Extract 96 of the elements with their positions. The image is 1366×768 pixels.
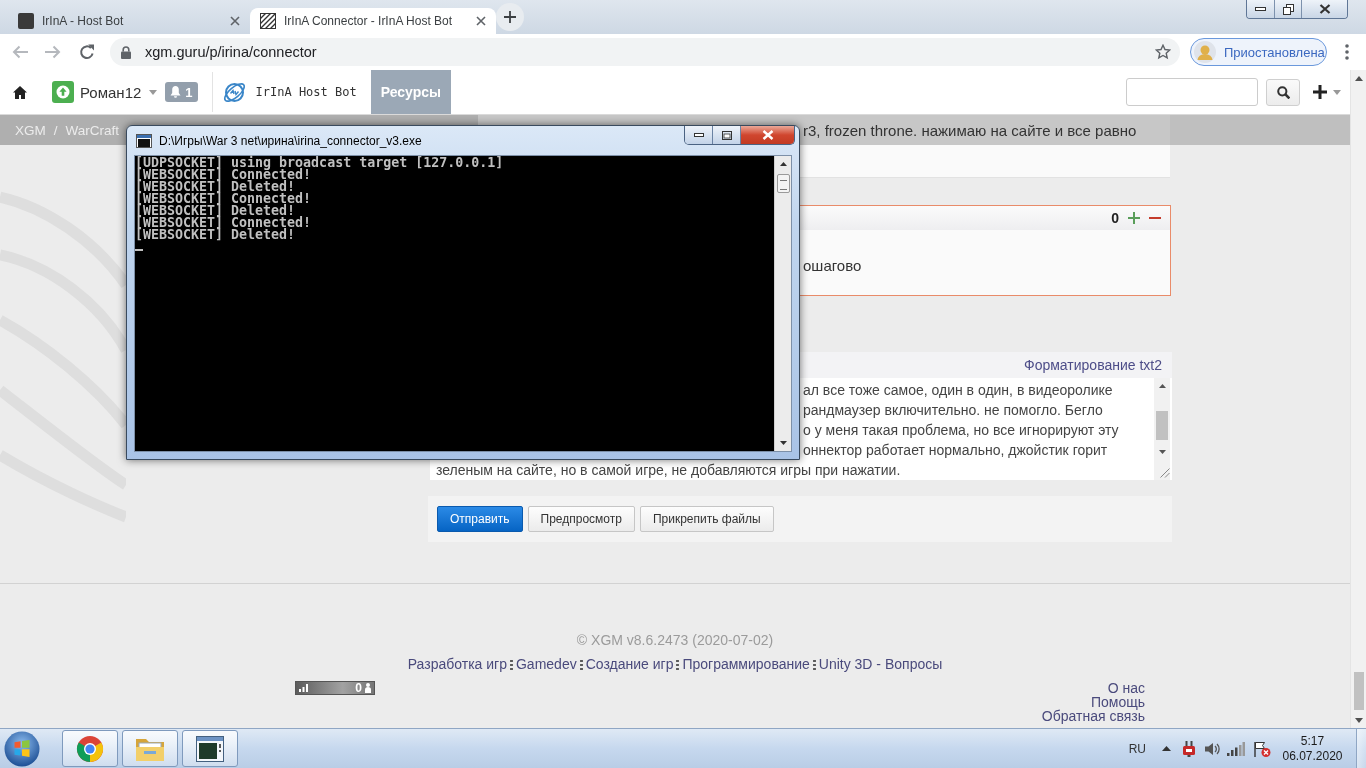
attach-files-button[interactable]: Прикрепить файлы [639, 506, 774, 532]
scrollbar-thumb[interactable] [1156, 411, 1168, 440]
star-icon[interactable] [1155, 44, 1171, 60]
scrollbar-thumb[interactable] [776, 174, 790, 193]
minimize-icon [1255, 7, 1266, 11]
profile-button[interactable]: Приостановлена [1190, 38, 1327, 66]
plus-icon [504, 11, 516, 23]
send-button[interactable]: Отправить [437, 506, 523, 532]
project-link[interactable]: IrInA Host Bot [255, 85, 357, 99]
address-field[interactable]: xgm.guru/p/irina/connector [110, 38, 1180, 66]
console-line: [WEBSOCKET] Connected! [135, 217, 312, 229]
textarea-text-line: зеленым на сайте, но в самой игре, не добавляются игры при нажатии. [436, 461, 901, 480]
scroll-up-icon[interactable] [779, 162, 787, 166]
page-scrollbar[interactable] [1350, 70, 1366, 728]
textarea-text-line: ал все тоже самое, один в один, в видеоролике [803, 381, 1113, 400]
window-title: D:\Игры\War 3 net\ирина\irina_connector_v3.exe [159, 134, 422, 148]
counter-value: 0 [355, 682, 362, 694]
photo-favicon-icon [18, 13, 34, 29]
reload-icon[interactable] [79, 44, 95, 60]
close-icon [761, 130, 774, 140]
console-line: [UDPSOCKET] using broadcast target [127.0.0.1] [135, 157, 504, 169]
footer-link[interactable]: Unity 3D - Вопросы [818, 655, 943, 673]
footer-link[interactable]: О нас [1107, 681, 1145, 695]
footer-link[interactable]: Программирование [682, 655, 810, 673]
footer-link[interactable]: Создание игр [585, 655, 674, 673]
hatched-favicon-icon [260, 13, 276, 29]
scroll-down-icon[interactable] [1354, 717, 1363, 723]
copyright-text: © XGM v8.6.2473 (2020-07-02) [576, 631, 774, 649]
console-line: [WEBSOCKET] Connected! [135, 193, 312, 205]
textarea-text-line: рандмаузер включительно. не помогло. Бегло [803, 401, 1103, 420]
console-scrollbar[interactable] [774, 156, 791, 451]
close-icon[interactable] [476, 16, 486, 26]
formatting-link[interactable]: Форматирование txt2 [1024, 357, 1162, 373]
scrollbar-thumb[interactable] [1353, 672, 1364, 710]
search-icon [1276, 85, 1290, 99]
footer-link[interactable]: Разработка игр [407, 655, 507, 673]
bell-icon [170, 86, 182, 98]
post-text: r3, frozen throne. нажимаю на сайте и все равно [803, 121, 1137, 139]
caret-icon[interactable] [149, 89, 158, 95]
plus-icon[interactable] [1313, 85, 1327, 99]
breadcrumb-separator: / [53, 122, 58, 138]
close-icon[interactable] [230, 16, 240, 26]
close-icon [1318, 4, 1331, 14]
person-icon [365, 683, 371, 693]
restore-button[interactable] [1275, 0, 1302, 18]
console-line: [WEBSOCKET] Deleted! [135, 205, 296, 217]
signal-bars-icon[interactable] [1227, 741, 1245, 756]
flag-error-icon[interactable] [1253, 740, 1271, 757]
textarea-text-line: о у меня такая проблема, но все игнорируют эту [803, 421, 1119, 440]
search-button[interactable] [1266, 78, 1300, 106]
start-button-icon[interactable] [4, 730, 40, 767]
close-button[interactable] [1302, 0, 1347, 18]
footer-link[interactable]: Помощь [1090, 695, 1145, 709]
comment-text: ошагово [803, 257, 862, 275]
minimize-icon [693, 133, 704, 137]
browser-tab[interactable]: IrInA Connector - IrInA Host Bot [250, 8, 496, 34]
up-arrow-badge-icon[interactable] [52, 81, 74, 103]
browser-tab[interactable]: IrInA - Host Bot [8, 8, 250, 34]
maximize-icon [721, 130, 732, 140]
speaker-icon[interactable] [1204, 740, 1220, 757]
console-app-icon [136, 134, 152, 148]
console-line: [WEBSOCKET] Deleted! [135, 181, 296, 193]
restore-icon [1282, 3, 1294, 15]
new-tab-button[interactable] [496, 3, 524, 31]
console-line: [WEBSOCKET] Deleted! [135, 229, 296, 241]
scroll-down-icon[interactable] [1158, 450, 1166, 454]
home-icon[interactable] [13, 85, 27, 99]
scroll-up-icon[interactable] [1158, 384, 1166, 388]
minimize-button[interactable] [685, 126, 713, 144]
console-line: [WEBSOCKET] Connected! [135, 169, 312, 181]
close-button[interactable] [741, 126, 794, 144]
text-cursor [135, 249, 143, 251]
resize-grip-icon[interactable] [1160, 468, 1170, 478]
menu-icon[interactable] [1345, 44, 1349, 60]
username-link[interactable]: Роман12 [80, 83, 142, 101]
vote-score: 0 [1111, 210, 1119, 226]
minimize-button[interactable] [1247, 0, 1275, 18]
footer-link[interactable]: Gamedev [515, 655, 577, 673]
caret-icon[interactable] [1333, 89, 1341, 95]
search-field[interactable] [1126, 78, 1258, 106]
textarea-scrollbar[interactable] [1154, 378, 1170, 480]
footer-link[interactable]: Обратная связь [1041, 709, 1145, 723]
maximize-button[interactable] [713, 126, 741, 144]
bar-chart-icon [299, 684, 308, 692]
browser-icon [76, 734, 104, 763]
scroll-up-icon[interactable] [1354, 75, 1363, 81]
language-indicator[interactable]: RU [1128, 741, 1146, 756]
preview-button[interactable]: Предпросмотр [527, 506, 635, 532]
textarea-text-line: оннектор работает нормально, джойстик горит [803, 441, 1108, 460]
scroll-down-icon[interactable] [779, 441, 787, 445]
tray-expand-icon[interactable] [1162, 746, 1171, 751]
avatar-icon [1194, 41, 1216, 63]
lock-icon [121, 45, 131, 59]
taskbar-app-button[interactable] [182, 730, 238, 767]
plug-icon[interactable] [1182, 740, 1196, 757]
console-window-icon [196, 735, 224, 762]
